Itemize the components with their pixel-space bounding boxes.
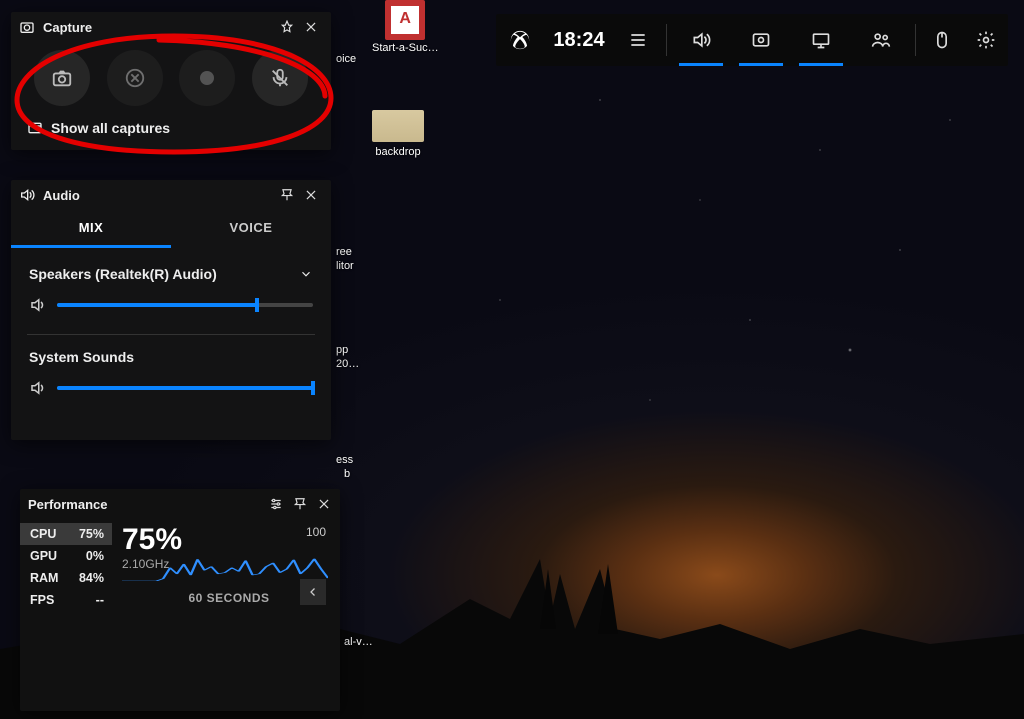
audio-icon [19,187,35,203]
mouse-button[interactable] [920,14,964,66]
xbox-button[interactable] [496,14,544,66]
record-last-30-button[interactable] [107,50,163,106]
volume-icon [29,296,47,314]
show-all-captures-link[interactable]: Show all captures [11,110,331,140]
capture-panel: Capture Show all captures [11,12,331,150]
panel-title: Audio [43,188,80,203]
output-device-selector[interactable]: Speakers (Realtek(R) Audio) [29,260,313,292]
device-label: Speakers (Realtek(R) Audio) [29,266,217,282]
audio-widget-button[interactable] [671,14,731,66]
stat-fps[interactable]: FPS-- [20,589,112,611]
performance-widget-button[interactable] [791,14,851,66]
chart-ymax: 100 [306,525,326,539]
tab-voice[interactable]: VOICE [171,210,331,248]
system-sounds-label: System Sounds [29,349,134,365]
chart-xaxis-label: 60 SECONDS [188,591,269,605]
pin-button[interactable] [275,183,299,207]
desktop-label-fragment: ree [336,246,352,258]
chart-back-button[interactable] [300,579,326,605]
desktop-label-fragment: pp [336,344,348,356]
panel-title: Performance [28,497,107,512]
close-button[interactable] [299,15,323,39]
options-button[interactable] [264,492,288,516]
stat-cpu[interactable]: CPU75% [20,523,112,545]
desktop-label-fragment: oice [336,53,356,65]
xbox-social-button[interactable] [851,14,911,66]
desktop-label-fragment: b [344,468,350,480]
clock: 18:24 [544,14,614,66]
desktop-label-fragment: 20… [336,358,359,370]
capture-icon [19,19,35,35]
close-button[interactable] [312,492,336,516]
performance-panel: Performance CPU75% GPU0% RAM84% FPS-- 75… [20,489,340,711]
start-recording-button[interactable] [179,50,235,106]
screenshot-button[interactable] [34,50,90,106]
desktop-label-fragment: litor [336,260,354,272]
chevron-down-icon [299,267,313,281]
speakers-volume-slider[interactable] [57,303,313,307]
desktop-icon-label: Start-a-Suc… [372,42,439,54]
cpu-usage-chart [122,557,328,581]
tab-mix[interactable]: MIX [11,210,171,248]
desktop-icon-backdrop[interactable]: backdrop [372,110,424,158]
desktop-label-fragment: al-v… [344,636,373,648]
desktop-icon-adobe[interactable]: Start-a-Suc… [372,0,439,54]
audio-panel: Audio MIX VOICE Speakers (Realtek(R) Aud… [11,180,331,440]
panel-title: Capture [43,20,92,35]
widgets-menu-button[interactable] [614,14,662,66]
system-volume-slider[interactable] [57,386,313,390]
show-all-label: Show all captures [51,120,170,136]
close-button[interactable] [299,183,323,207]
desktop-label-fragment: ess [336,454,353,466]
pin-button[interactable] [288,492,312,516]
capture-widget-button[interactable] [731,14,791,66]
desktop-icon-label: backdrop [372,146,424,158]
stat-ram[interactable]: RAM84% [20,567,112,589]
mic-toggle-button[interactable] [252,50,308,106]
gamebar-toolbar: 18:24 [496,14,1008,66]
settings-button[interactable] [964,14,1008,66]
pin-button[interactable] [275,15,299,39]
cpu-percent-large: 75% [122,523,336,557]
volume-icon [29,379,47,397]
stat-gpu[interactable]: GPU0% [20,545,112,567]
